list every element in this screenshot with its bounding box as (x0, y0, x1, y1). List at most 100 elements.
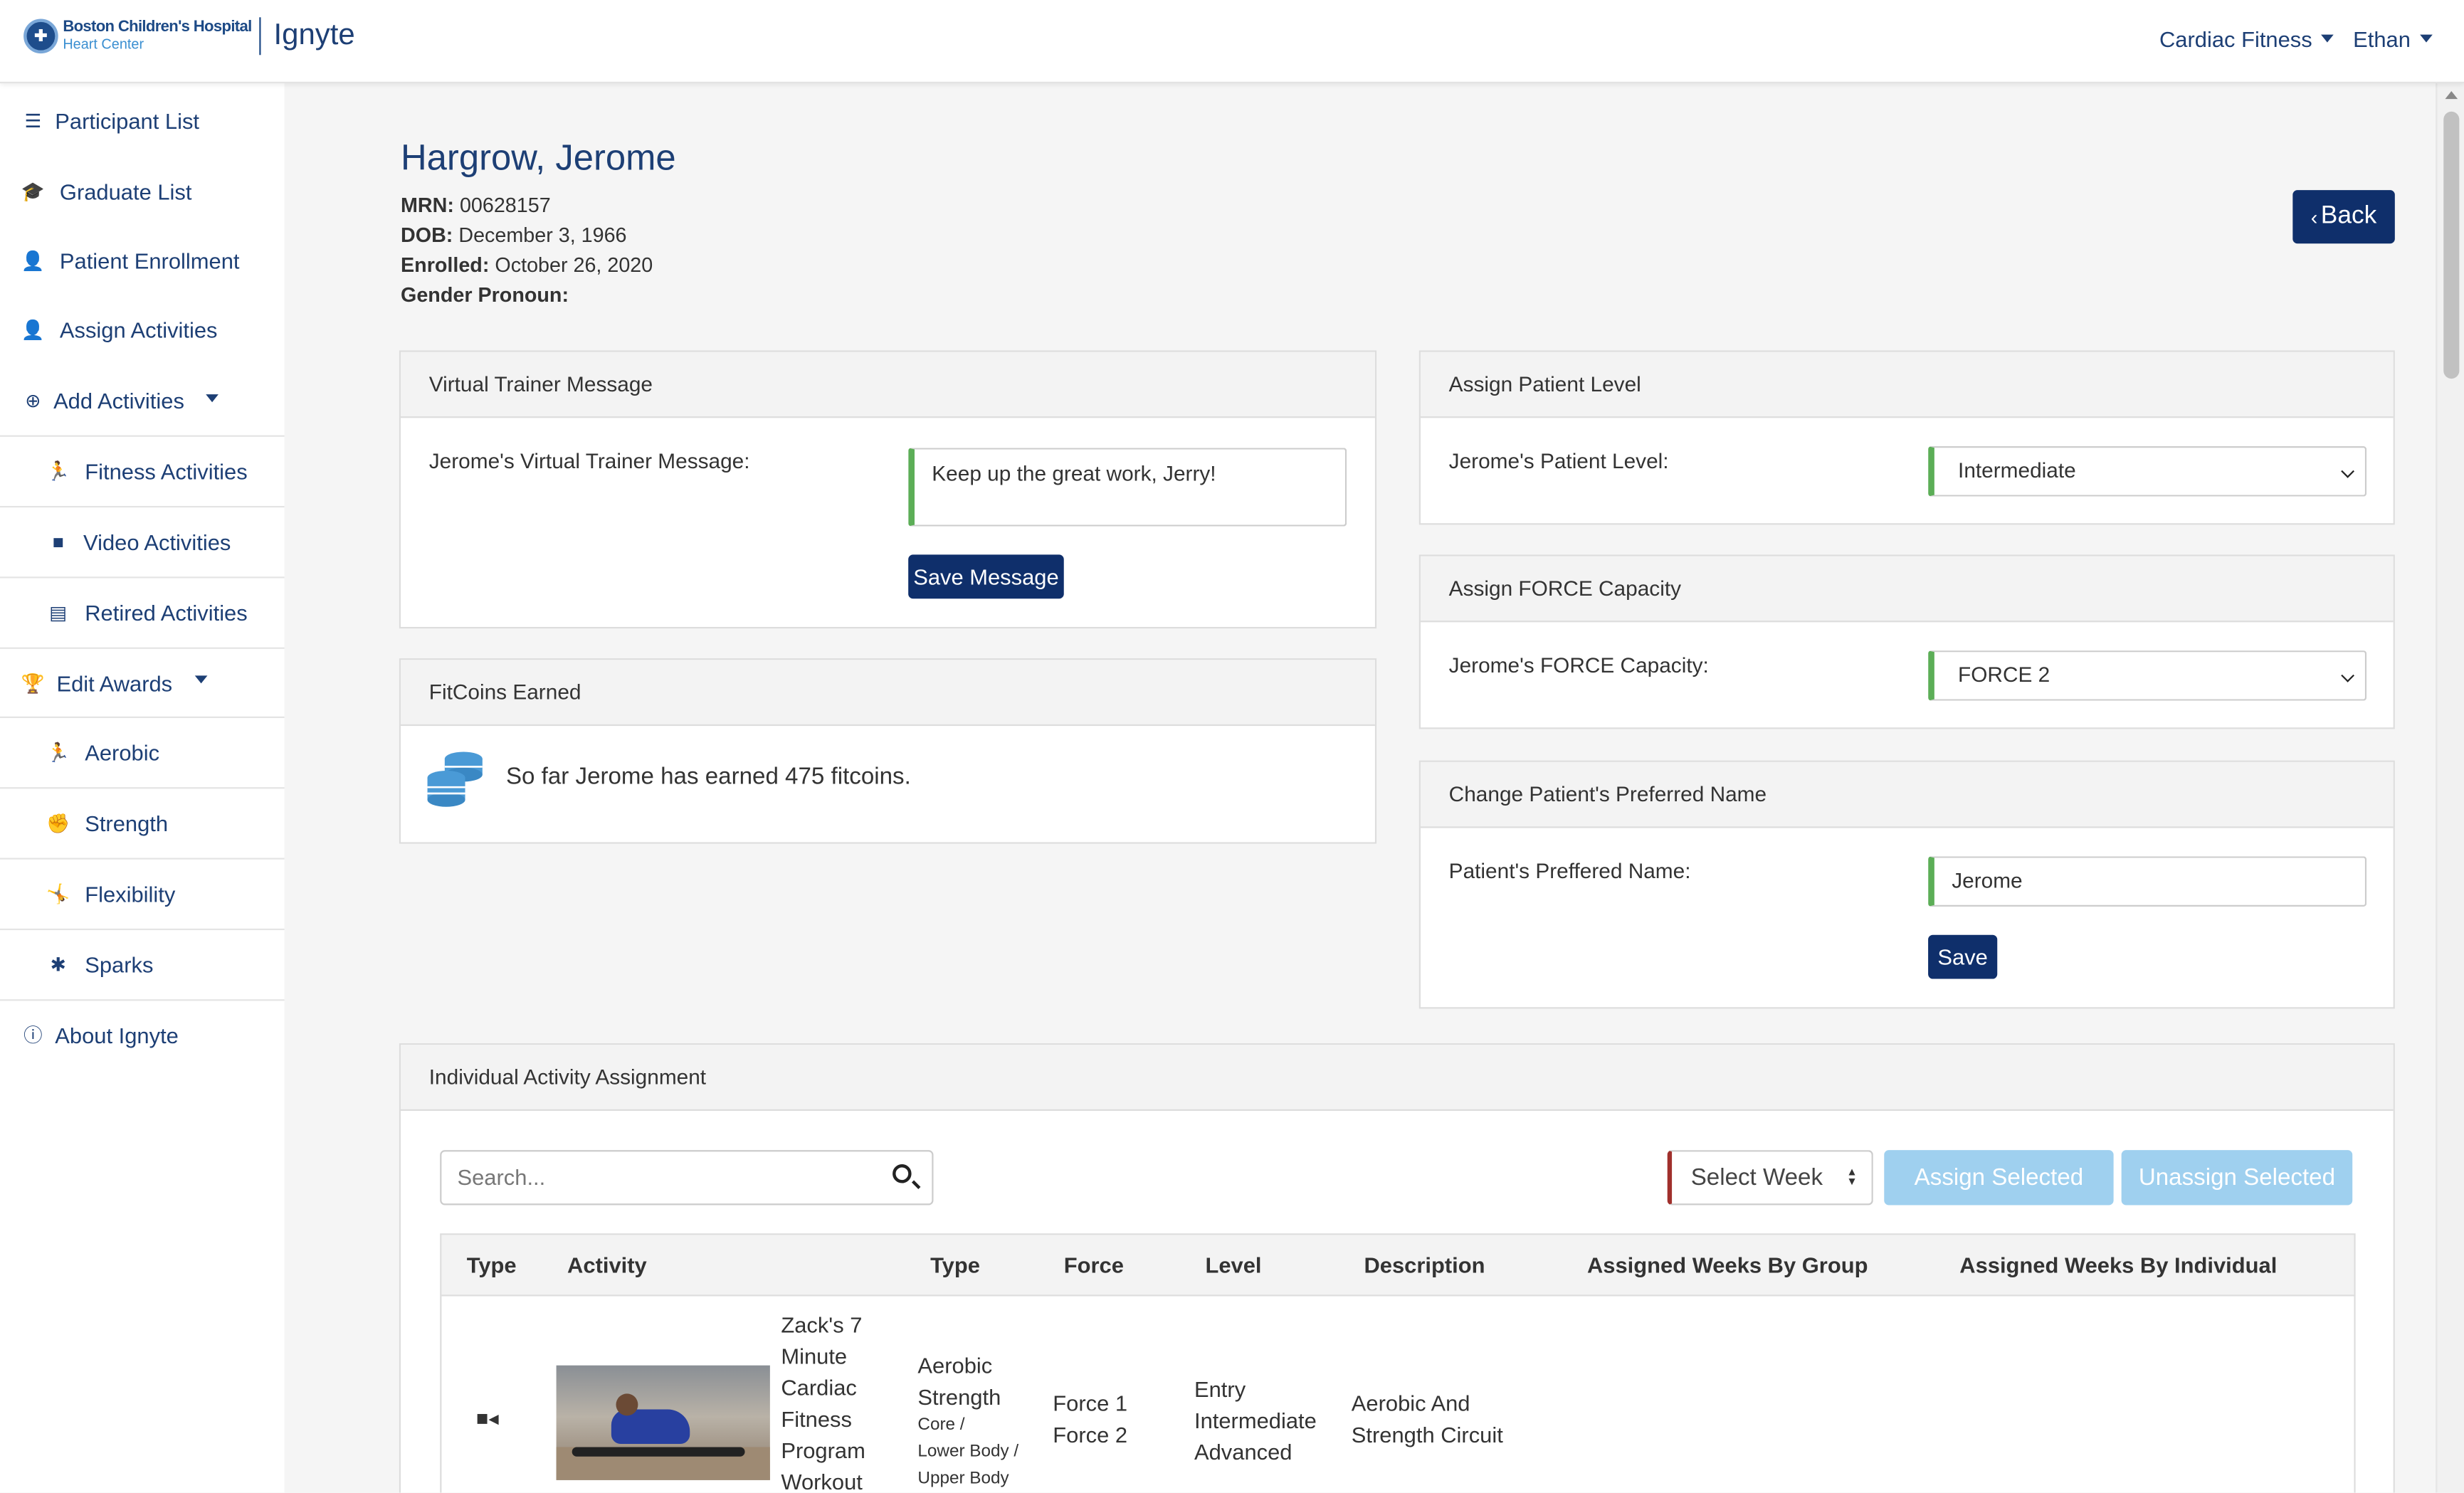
logo-seal-icon: ✚ (23, 19, 58, 54)
trainer-message-textarea[interactable]: Keep up the great work, Jerry! (908, 448, 1347, 527)
column-header[interactable]: Activity (567, 1252, 647, 1277)
user-menu[interactable]: Ethan (2353, 27, 2433, 52)
trainer-message-label: Jerome's Virtual Trainer Message: (428, 449, 750, 473)
card-title: Virtual Trainer Message (401, 352, 1375, 418)
video-icon: ■◂ (475, 1406, 499, 1430)
save-message-button[interactable]: Save Message (908, 554, 1064, 599)
sidebar-item-add-activities[interactable]: ⊕ Add Activities (0, 366, 285, 435)
card-title: Assign Patient Level (1420, 352, 2394, 418)
logo-divider (259, 17, 261, 56)
chevron-down-icon (206, 394, 219, 402)
column-header[interactable]: Assigned Weeks By Individual (1959, 1252, 2277, 1277)
chevron-down-icon (2420, 34, 2433, 43)
preferred-name-input[interactable]: Jerome (1928, 856, 2367, 907)
trophy-icon: 🏆 (21, 671, 45, 694)
column-header[interactable]: Type (467, 1252, 517, 1277)
column-header[interactable]: Force (1064, 1252, 1124, 1277)
archive-icon: ▤ (49, 601, 68, 623)
search-icon[interactable] (893, 1164, 912, 1183)
sort-updown-icon: ▲ ▼ (1846, 1167, 1858, 1188)
force-capacity-label: Jerome's FORCE Capacity: (1448, 653, 1709, 677)
running-icon: 🏃 (46, 459, 70, 482)
activity-table: Type Activity Type Force Level Descripti… (440, 1233, 2356, 1493)
patient-name: Hargrow, Jerome (401, 137, 676, 178)
sidebar-item-patient-enrollment[interactable]: 👤 Patient Enrollment (0, 226, 285, 295)
stretch-icon: 🤸 (46, 882, 70, 904)
save-preferred-name-button[interactable]: Save (1928, 934, 1998, 979)
logo-line1: Boston Children's Hospital (63, 19, 252, 36)
back-button[interactable]: ‹ Back (2292, 190, 2395, 244)
scroll-up-arrow-icon[interactable] (2445, 91, 2458, 100)
chevron-down-icon (2321, 34, 2334, 43)
sidebar-item-retired-activities[interactable]: ▤ Retired Activities (0, 576, 285, 645)
card-title: Change Patient's Preferred Name (1420, 761, 2394, 828)
preferred-name-card: Change Patient's Preferred Name Patient'… (1418, 760, 2395, 1009)
vertical-scrollbar[interactable] (2436, 83, 2464, 1493)
graduation-cap-icon: 🎓 (21, 180, 45, 203)
sidebar-item-flexibility[interactable]: 🤸 Flexibility (0, 858, 285, 927)
sidebar-item-sparks[interactable]: ✱ Sparks (0, 928, 285, 998)
sidebar: ☰ Participant List 🎓 Graduate List 👤 Patien… (0, 83, 285, 1493)
app-name: Ignyte (273, 19, 355, 52)
chevron-down-icon (2341, 669, 2354, 682)
user-plus-icon: 👤 (21, 250, 45, 272)
force-capacity-card: Assign FORCE Capacity Jerome's FORCE Cap… (1418, 554, 2395, 729)
patient-level-card: Assign Patient Level Jerome's Patient Le… (1418, 350, 2395, 525)
activity-force: Force 1 Force 2 (1053, 1390, 1128, 1447)
column-header[interactable]: Assigned Weeks By Group (1587, 1252, 1868, 1277)
sidebar-item-participant-list[interactable]: ☰ Participant List (0, 86, 285, 155)
top-navbar: ✚ Boston Children's Hospital Heart Cente… (0, 0, 2464, 84)
video-icon: ■ (52, 530, 64, 553)
hospital-logo[interactable]: ✚ Boston Children's Hospital Heart Cente… (23, 17, 355, 56)
preferred-name-label: Patient's Preffered Name: (1448, 859, 1691, 883)
activity-thumbnail[interactable] (556, 1365, 770, 1480)
table-header: Type Activity Type Force Level Descripti… (441, 1235, 2354, 1297)
sidebar-item-video-activities[interactable]: ■ Video Activities (0, 505, 285, 575)
card-title: Assign FORCE Capacity (1420, 556, 2394, 623)
running-icon: 🏃 (46, 741, 70, 763)
list-icon: ☰ (24, 110, 42, 132)
force-capacity-select[interactable]: FORCE 2 (1928, 650, 2367, 701)
coins-stack-icon (427, 751, 483, 807)
week-select[interactable]: Select Week ▲ ▼ (1667, 1150, 1873, 1206)
sidebar-item-edit-awards[interactable]: 🏆 Edit Awards (0, 647, 285, 717)
activity-name[interactable]: Zack's 7 Minute Cardiac Fitness Program … (781, 1309, 865, 1493)
fist-icon: ✊ (46, 811, 70, 834)
fitcoins-card: FitCoins Earned So far Jerome has earned… (399, 658, 1377, 844)
patient-enrolled: Enrolled: October 26, 2020 (401, 253, 653, 277)
chevron-left-icon: ‹ (2310, 205, 2318, 229)
patient-dob: DOB: December 3, 1966 (401, 223, 627, 247)
sidebar-item-graduate-list[interactable]: 🎓 Graduate List (0, 157, 285, 226)
activity-types: Aerobic Strength Core / Lower Body / Upp… (917, 1353, 1019, 1488)
sidebar-item-about-ignyte[interactable]: ⓘ About Ignyte (0, 999, 285, 1068)
column-header[interactable]: Type (930, 1252, 980, 1277)
fitcoins-text: So far Jerome has earned 475 fitcoins. (505, 764, 911, 791)
scrollbar-thumb[interactable] (2443, 111, 2460, 379)
search-input[interactable]: Search... (440, 1150, 934, 1206)
logo-line2: Heart Center (63, 36, 144, 52)
unassign-selected-button[interactable]: Unassign Selected (2121, 1150, 2353, 1206)
patient-level-label: Jerome's Patient Level: (1448, 449, 1669, 473)
patient-pronoun: Gender Pronoun: (401, 283, 569, 307)
activity-level: Entry Intermediate Advanced (1194, 1376, 1317, 1465)
virtual-trainer-card: Virtual Trainer Message Jerome's Virtual… (399, 350, 1377, 629)
info-icon: ⓘ (23, 1024, 43, 1047)
program-menu[interactable]: Cardiac Fitness (2159, 27, 2334, 52)
sparks-icon: ✱ (50, 953, 66, 976)
card-title: FitCoins Earned (401, 660, 1375, 727)
sidebar-item-strength[interactable]: ✊ Strength (0, 787, 285, 856)
activity-description: Aerobic And Strength Circuit (1351, 1390, 1503, 1447)
user-check-icon: 👤 (21, 319, 45, 342)
plus-circle-icon: ⊕ (25, 389, 41, 412)
card-title: Individual Activity Assignment (401, 1045, 2394, 1111)
chevron-down-icon (194, 675, 207, 684)
sidebar-item-assign-activities[interactable]: 👤 Assign Activities (0, 295, 285, 364)
sidebar-item-fitness-activities[interactable]: 🏃 Fitness Activities (0, 435, 285, 505)
patient-level-select[interactable]: Intermediate (1928, 446, 2367, 497)
column-header[interactable]: Level (1205, 1252, 1261, 1277)
column-header[interactable]: Description (1364, 1252, 1485, 1277)
assign-selected-button[interactable]: Assign Selected (1884, 1150, 2114, 1206)
activity-assignment-card: Individual Activity Assignment Search...… (399, 1043, 2395, 1493)
sidebar-item-aerobic[interactable]: 🏃 Aerobic (0, 716, 285, 786)
main-content: Hargrow, Jerome MRN: 00628157 DOB: Decem… (285, 83, 2436, 1493)
